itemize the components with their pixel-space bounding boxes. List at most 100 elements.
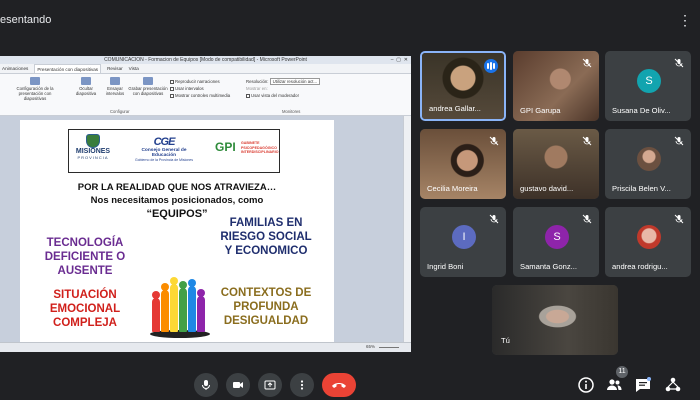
- avatar: S: [637, 69, 661, 93]
- zoom-slider[interactable]: [379, 347, 399, 348]
- avatar: I: [452, 225, 476, 249]
- group-monitors: Monitores: [282, 109, 301, 114]
- mic-icon: [202, 380, 210, 390]
- more-options-button[interactable]: [290, 373, 314, 397]
- participant-tile[interactable]: S Susana De Oliv...: [605, 51, 691, 121]
- top-bar: esentando ⋮: [0, 0, 700, 40]
- check-presenter-view[interactable]: Usar vista del moderador: [246, 92, 320, 99]
- participant-tile[interactable]: I Ingrid Boni: [420, 207, 506, 277]
- shared-screen: COMUNICACION - Formacion de Equipos [Mod…: [0, 56, 411, 352]
- mic-off-icon: [674, 136, 684, 146]
- self-name: Tú: [501, 336, 510, 345]
- slide-line-2: Nos necesitamos posicionados, como: [90, 195, 264, 206]
- avatar: S: [545, 225, 569, 249]
- present-button[interactable]: [258, 373, 282, 397]
- slide-area: MISIONES PROVINCIA CGE Consejo General d…: [0, 116, 411, 342]
- crest-icon: [86, 134, 100, 148]
- slide-line-1: POR LA REALIDAD QUE NOS ATRAVIEZA…: [77, 182, 277, 193]
- record-button[interactable]: Grabar presentación con diapositivas: [128, 77, 168, 96]
- participant-name: gustavo david...: [520, 184, 574, 193]
- ribbon-tab-active[interactable]: Presentación con diapositivas: [34, 64, 102, 73]
- participant-name: andrea Gallar...: [429, 104, 481, 113]
- hide-slide-icon: [81, 77, 91, 85]
- self-tile[interactable]: Tú: [492, 285, 618, 355]
- mic-off-icon: [674, 214, 684, 224]
- check-narrations[interactable]: Reproducir narraciones: [170, 78, 230, 85]
- mic-off-icon: [489, 214, 499, 224]
- mic-off-icon: [582, 214, 592, 224]
- participant-name: Susana De Oliv...: [612, 106, 671, 115]
- ribbon-checks: Reproducir narraciones Usar intervalos M…: [170, 78, 230, 99]
- config-button[interactable]: Configuración de la presentación con dia…: [10, 77, 60, 101]
- resolution-select[interactable]: Utilizar resolución act...: [269, 78, 321, 85]
- ppt-status-bar: 65%: [0, 342, 411, 352]
- participant-name: Samanta Gonz...: [520, 262, 577, 271]
- slide-left-top: TECNOLOGÍA DEFICIENTE O AUSENTE: [44, 237, 126, 277]
- window-controls: – ▢ ✕: [390, 57, 408, 63]
- avatar: [637, 147, 661, 171]
- ribbon-tabs: Animaciones Presentación con diapositiva…: [0, 64, 411, 74]
- activities-icon[interactable]: [664, 376, 682, 394]
- mic-button[interactable]: [194, 373, 218, 397]
- mic-off-icon: [489, 136, 499, 146]
- chat-icon[interactable]: [634, 376, 652, 394]
- participant-name: Priscila Belen V...: [612, 184, 671, 193]
- cge-logo: CGE Consejo General de Educación Gobiern…: [135, 136, 193, 162]
- presenting-label: esentando: [0, 14, 52, 26]
- participant-tile[interactable]: andrea rodrigu...: [605, 207, 691, 277]
- slide: MISIONES PROVINCIA CGE Consejo General d…: [20, 120, 334, 342]
- participant-name: andrea rodrigu...: [612, 262, 668, 271]
- ppt-window-title: COMUNICACION - Formacion de Equipos [Mod…: [104, 57, 307, 63]
- record-icon: [143, 77, 153, 85]
- participant-tile[interactable]: gustavo david...: [513, 129, 599, 199]
- participant-tile[interactable]: Priscila Belen V...: [605, 129, 691, 199]
- ppt-scrollbar[interactable]: [403, 116, 411, 342]
- gpi-logo: GPI GABINETE PSICOPEDAGÓGICO INTERDISCIP…: [215, 140, 279, 154]
- end-call-icon: [332, 383, 346, 388]
- monitor-settings: Resolución: Utilizar resolución act... M…: [246, 78, 321, 99]
- more-vert-icon[interactable]: ⋮: [678, 12, 692, 29]
- hide-slide-button[interactable]: Ocultar diapositiva: [72, 77, 100, 96]
- check-timings[interactable]: Usar intervalos: [170, 85, 230, 92]
- participant-name: Cecilia Moreira: [427, 184, 478, 193]
- ribbon-tab[interactable]: Animaciones: [2, 64, 28, 73]
- participant-name: GPI Garupa: [520, 106, 561, 115]
- more-options-icon: [300, 380, 304, 390]
- mic-off-icon: [674, 58, 684, 68]
- slide-right-top: FAMILIAS EN RIESGO SOCIAL Y ECONOMICO: [220, 217, 312, 257]
- slide-left-bottom: SITUACIÓN EMOCIONAL COMPLEJA: [49, 289, 121, 329]
- participant-tile[interactable]: andrea Gallar...: [420, 51, 506, 121]
- slide-right-bottom: CONTEXTOS DE PROFUNDA DESIGUALDAD: [220, 287, 312, 327]
- avatar: [637, 225, 661, 249]
- resolution-label: Resolución:: [246, 79, 269, 84]
- participant-tile[interactable]: Cecilia Moreira: [420, 129, 506, 199]
- check-media-controls[interactable]: Mostrar controles multimedia: [170, 92, 230, 99]
- people-count-badge: 11: [616, 366, 628, 378]
- teamwork-illustration: [146, 270, 212, 338]
- people-icon[interactable]: [605, 376, 623, 394]
- mic-off-icon: [582, 58, 592, 68]
- self-video: [492, 285, 618, 355]
- end-call-button[interactable]: [322, 373, 356, 397]
- speaking-indicator-icon: [484, 59, 498, 73]
- info-icon[interactable]: [577, 376, 595, 394]
- participant-tile[interactable]: S Samanta Gonz...: [513, 207, 599, 277]
- mic-off-icon: [582, 136, 592, 146]
- camera-icon: [233, 382, 243, 388]
- rehearse-button[interactable]: Ensayar intervalos: [102, 77, 128, 96]
- ribbon: Configuración de la presentación con dia…: [0, 74, 411, 116]
- zoom-level: 65%: [365, 344, 375, 349]
- logos-box: MISIONES PROVINCIA CGE Consejo General d…: [68, 129, 280, 173]
- misiones-logo: MISIONES PROVINCIA: [73, 134, 113, 170]
- ribbon-tab[interactable]: Vista: [129, 64, 139, 73]
- rehearse-icon: [110, 77, 120, 85]
- participant-tile[interactable]: GPI Garupa: [513, 51, 599, 121]
- slideshow-icon: [30, 77, 40, 85]
- ppt-title-bar: COMUNICACION - Formacion de Equipos [Mod…: [0, 56, 411, 64]
- ribbon-tab[interactable]: Revisar: [107, 64, 123, 73]
- present-screen-icon: [264, 380, 276, 390]
- camera-button[interactable]: [226, 373, 250, 397]
- group-configure: Configurar: [110, 109, 130, 114]
- participant-name: Ingrid Boni: [427, 262, 464, 271]
- show-on-label: Mostrar en:: [246, 86, 268, 91]
